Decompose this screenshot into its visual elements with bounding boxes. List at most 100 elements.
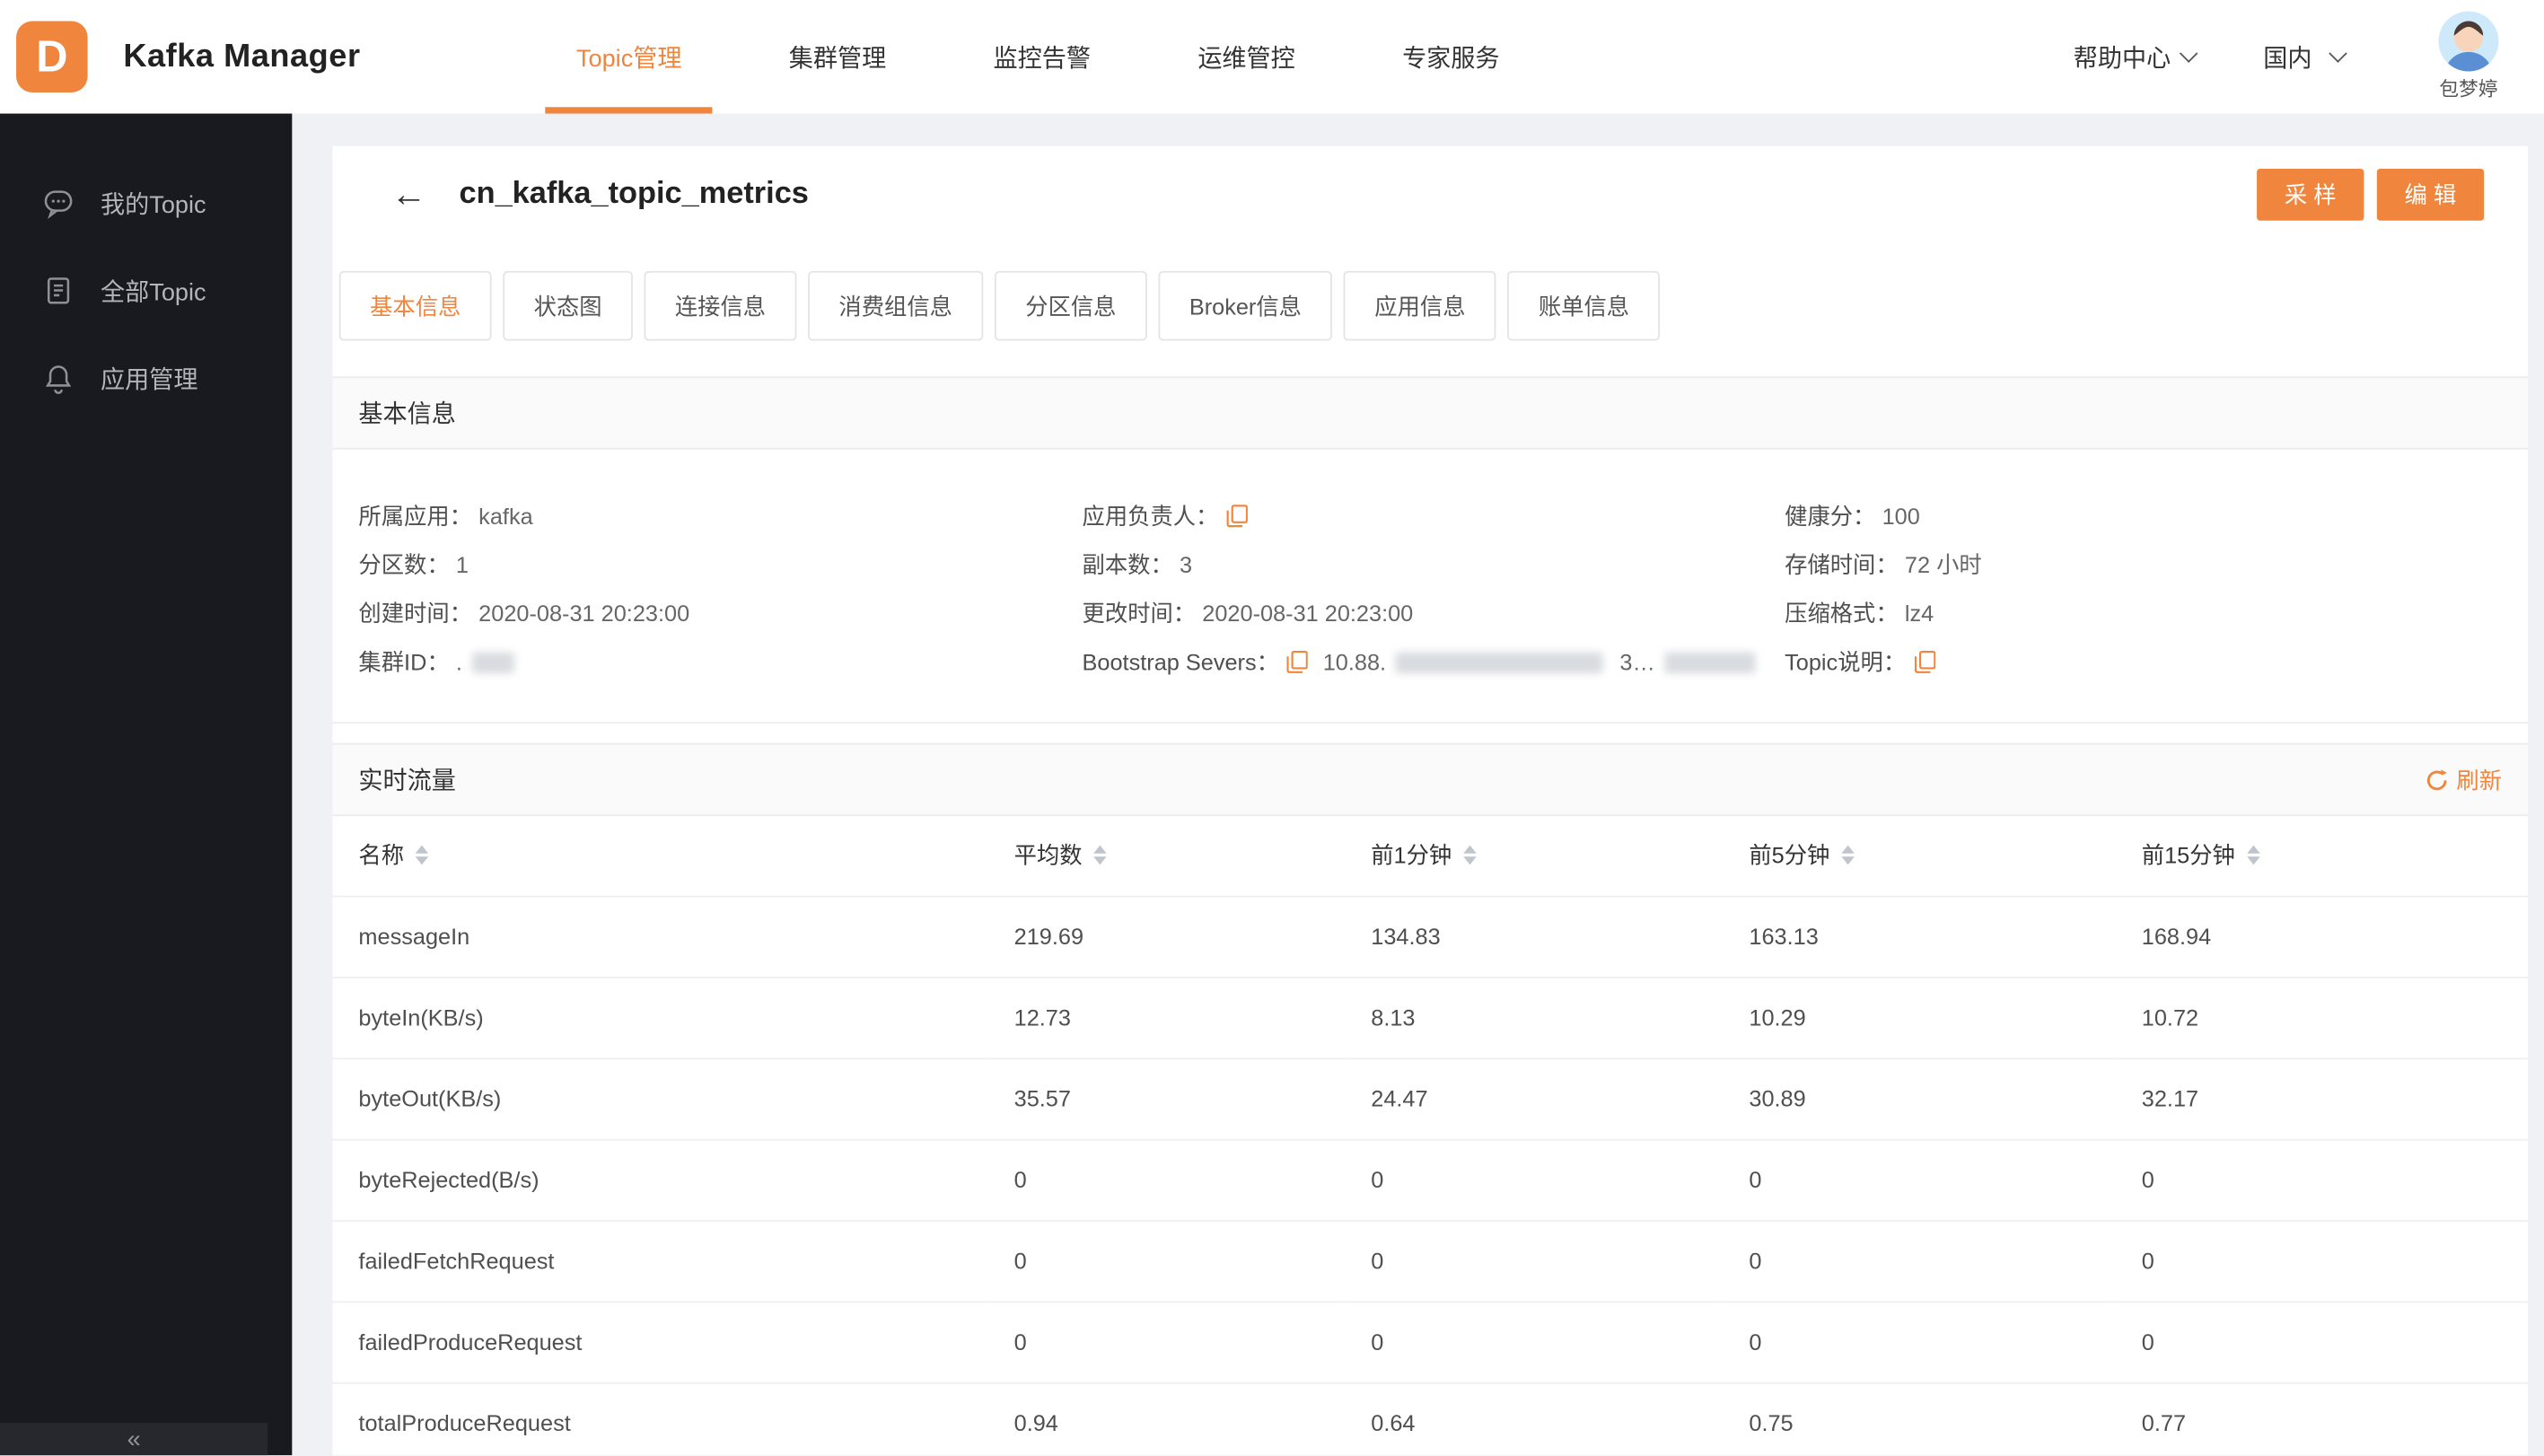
nav-item-topic[interactable]: Topic管理	[522, 0, 735, 114]
app-title: Kafka Manager	[123, 38, 361, 75]
region-selector[interactable]: 国内	[2263, 39, 2347, 74]
collapse-icon: «	[127, 1425, 141, 1453]
refresh-button[interactable]: 刷新	[2426, 763, 2502, 795]
tab-label: 账单信息	[1538, 293, 1630, 320]
cell-value: 10.29	[1723, 977, 2116, 1059]
sidebar-item-label: 全部Topic	[101, 277, 206, 306]
table-row: failedProduceRequest 0 0 0 0	[332, 1301, 2528, 1383]
section-title: 实时流量	[358, 767, 456, 795]
sort-icon[interactable]	[415, 846, 429, 865]
nav-item-label: 监控告警	[993, 44, 1092, 73]
cell-metric-name: failedFetchRequest	[332, 1220, 988, 1303]
document-icon	[40, 274, 76, 306]
cell-value: 0	[1723, 1220, 2116, 1303]
field-value: 100	[1882, 503, 1920, 530]
sort-icon[interactable]	[1462, 846, 1477, 865]
cell-value: 163.13	[1723, 895, 2116, 978]
avatar[interactable]	[2438, 11, 2499, 72]
column-header-name: 名称	[332, 816, 988, 897]
region-label: 国内	[2263, 44, 2312, 73]
tab-broker-info[interactable]: Broker信息	[1158, 270, 1333, 341]
copy-icon[interactable]	[1287, 650, 1309, 673]
chevron-down-icon	[2329, 44, 2347, 63]
main-nav: Topic管理 集群管理 监控告警 运维管控 专家服务	[522, 0, 1553, 114]
nav-item-cluster[interactable]: 集群管理	[735, 0, 940, 114]
nav-item-ops[interactable]: 运维管控	[1145, 0, 1349, 114]
redacted-text	[1395, 651, 1604, 673]
cell-value: 0	[1723, 1138, 2116, 1222]
cell-value: 168.94	[2115, 895, 2528, 978]
tab-partition-info[interactable]: 分区信息	[994, 270, 1147, 341]
nav-item-expert[interactable]: 专家服务	[1348, 0, 1553, 114]
cell-value: 32.17	[2115, 1057, 2528, 1140]
sidebar-item-app-management[interactable]: 应用管理	[0, 334, 292, 422]
sort-icon[interactable]	[2246, 846, 2259, 865]
back-arrow-icon[interactable]: ←	[391, 176, 427, 213]
cell-value: 8.13	[1345, 977, 1724, 1059]
help-center-menu[interactable]: 帮助中心	[2074, 39, 2198, 74]
column-header-15min: 前15分钟	[2115, 816, 2528, 897]
field-label: 集群ID：	[358, 648, 450, 675]
redacted-text	[471, 651, 514, 673]
cell-value: 0.64	[1345, 1381, 1724, 1456]
tab-consumer-group-info[interactable]: 消费组信息	[808, 270, 984, 341]
edit-button[interactable]: 编 辑	[2376, 168, 2485, 221]
realtime-traffic-section: 实时流量 刷新 名称 平均数 前1分钟 前5分钟 前15分钟 messageIn…	[332, 742, 2528, 1456]
tab-app-info[interactable]: 应用信息	[1343, 270, 1496, 341]
cell-value: 10.72	[2115, 977, 2528, 1059]
cell-metric-name: messageIn	[332, 895, 988, 978]
tab-label: 连接信息	[674, 293, 767, 320]
tab-connection-info[interactable]: 连接信息	[644, 270, 797, 341]
field-value: 3…	[1619, 648, 1655, 675]
field-value: 3	[1179, 551, 1193, 578]
field-retention-time: 存储时间： 72 小时	[1785, 540, 2528, 589]
tab-basic-info[interactable]: 基本信息	[338, 270, 492, 341]
copy-icon[interactable]	[1226, 504, 1248, 528]
field-bootstrap-servers: Bootstrap Severs： 10.88. 3…	[1083, 637, 1785, 686]
refresh-icon	[2426, 768, 2447, 790]
column-header-1min: 前1分钟	[1345, 816, 1724, 897]
nav-item-monitor[interactable]: 监控告警	[940, 0, 1145, 114]
tab-status-chart[interactable]: 状态图	[503, 270, 633, 341]
cell-metric-name: failedProduceRequest	[332, 1301, 988, 1383]
field-value: 72 小时	[1904, 551, 1982, 578]
sort-icon[interactable]	[1841, 846, 1855, 865]
field-compression: 压缩格式： lz4	[1785, 589, 2528, 637]
nav-item-label: 集群管理	[788, 44, 887, 73]
tab-bill-info[interactable]: 账单信息	[1507, 270, 1661, 341]
cell-value: 30.89	[1723, 1057, 2116, 1140]
cell-value: 0	[2115, 1301, 2528, 1383]
metrics-table: 名称 平均数 前1分钟 前5分钟 前15分钟 messageIn 219.69 …	[332, 816, 2528, 1456]
field-label: 存储时间：	[1785, 551, 1899, 578]
table-row: totalProduceRequest 0.94 0.64 0.75 0.77	[332, 1381, 2528, 1456]
tab-label: 应用信息	[1374, 293, 1466, 320]
nav-item-label: 专家服务	[1402, 44, 1500, 73]
brand-logo-icon[interactable]: D	[16, 21, 88, 93]
sidebar-collapse-button[interactable]: «	[0, 1423, 268, 1456]
cell-value: 0	[2115, 1138, 2528, 1222]
field-value: 2020-08-31 20:23:00	[478, 600, 690, 627]
table-row: byteRejected(B/s) 0 0 0 0	[332, 1138, 2528, 1222]
column-label: 名称	[358, 842, 405, 869]
field-owner-app: 所属应用： kafka	[358, 492, 1082, 540]
page-title: cn_kafka_topic_metrics	[459, 177, 809, 211]
sort-icon[interactable]	[1093, 846, 1107, 865]
user-menu[interactable]: 包梦婷	[2438, 11, 2499, 102]
top-header: D Kafka Manager Topic管理 集群管理 监控告警 运维管控 专…	[0, 0, 2544, 114]
cell-metric-name: byteOut(KB/s)	[332, 1057, 988, 1140]
sidebar-item-my-topic[interactable]: 我的Topic	[0, 159, 292, 247]
cell-metric-name: totalProduceRequest	[332, 1381, 988, 1456]
sidebar-item-all-topic[interactable]: 全部Topic	[0, 247, 292, 335]
sample-button[interactable]: 采 样	[2257, 168, 2364, 221]
table-header-row: 名称 平均数 前1分钟 前5分钟 前15分钟	[332, 816, 2528, 897]
field-label: 所属应用：	[358, 503, 472, 530]
basic-info-section-header: 基本信息	[332, 376, 2528, 450]
tab-label: Broker信息	[1189, 293, 1302, 320]
cell-metric-name: byteRejected(B/s)	[332, 1138, 988, 1222]
tab-label: 基本信息	[370, 293, 461, 320]
cell-value: 0	[987, 1138, 1346, 1222]
table-row: byteIn(KB/s) 12.73 8.13 10.29 10.72	[332, 977, 2528, 1059]
tab-label: 分区信息	[1025, 293, 1117, 320]
user-name: 包梦婷	[2439, 77, 2498, 101]
copy-icon[interactable]	[1914, 650, 1935, 673]
